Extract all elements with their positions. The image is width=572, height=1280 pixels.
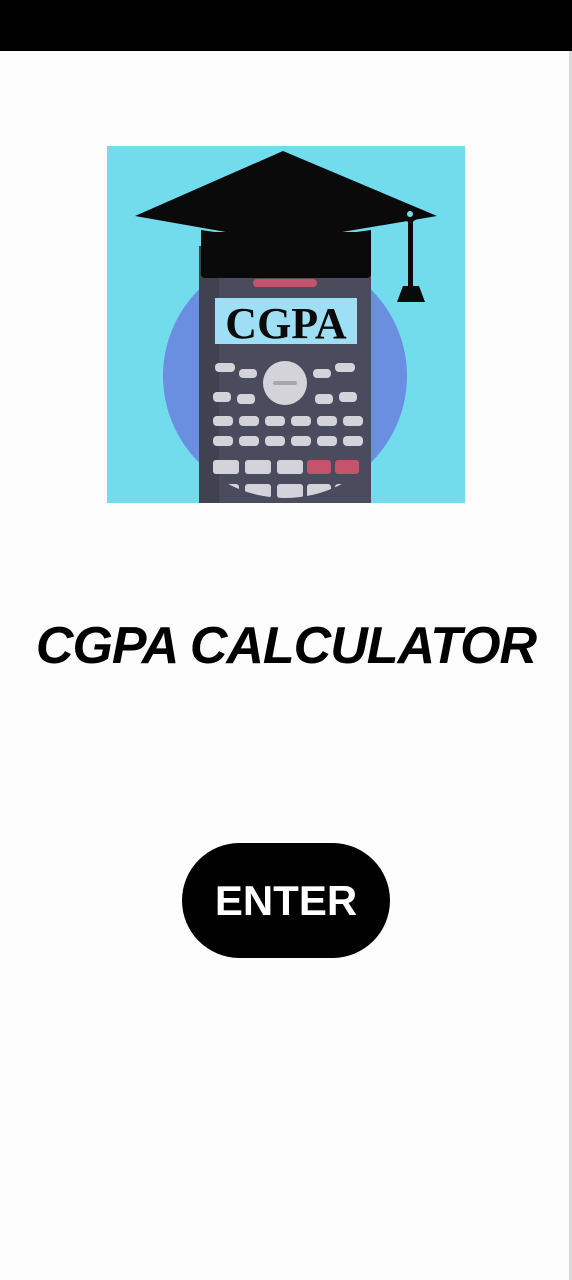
graduation-cap-calculator-icon: CGPA [107, 146, 465, 503]
status-bar [0, 0, 572, 51]
app-title: CGPA CALCULATOR [35, 617, 537, 675]
logo-screen-text: CGPA [225, 299, 347, 348]
app-logo: CGPA [107, 146, 465, 503]
enter-button[interactable]: ENTER [182, 843, 390, 958]
app-screen: CGPA CGPA CALCULATOR ENTER [0, 0, 572, 1280]
